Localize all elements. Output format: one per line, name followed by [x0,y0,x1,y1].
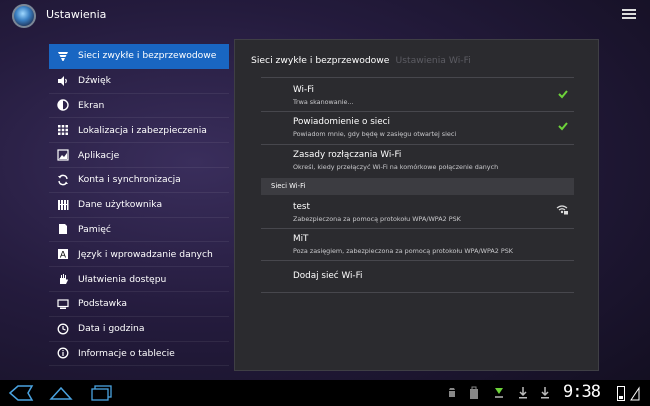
divider [261,228,574,229]
network-notification-checkbox[interactable] [558,121,568,131]
breadcrumb-wireless[interactable]: Sieci zwykłe i bezprzewodowe [251,55,389,66]
download-complete-icon[interactable] [518,386,528,400]
divider [261,77,574,78]
network-name: MiT [293,234,309,244]
sidebar-item-sound[interactable]: Dźwięk [49,69,229,94]
battery-icon[interactable] [617,386,625,401]
network-item[interactable]: MiT Poza zasięgiem, zabezpieczona za pom… [293,234,568,255]
system-bar: 9:38 [0,380,650,406]
add-network-label: Dodaj sieć Wi-Fi [293,271,363,281]
breadcrumb-wifi-settings: Ustawienia Wi-Fi [395,55,471,66]
wifi-toggle-row[interactable]: Wi-Fi Trwa skanowanie... [293,85,568,106]
network-status: Zabezpieczona za pomocą protokołu WPA/WP… [293,215,461,223]
network-item[interactable]: test Zabezpieczona za pomocą protokołu W… [293,202,568,223]
network-notification-subtitle: Powiadom mnie, gdy będę w zasięgu otwart… [293,130,457,138]
sidebar-item-label: Dane użytkownika [78,199,163,211]
settings-app-icon[interactable] [12,4,36,28]
breadcrumb: Sieci zwykłe i bezprzewodowe Ustawienia W… [251,55,471,66]
sidebar-item-label: Informacje o tablecie [78,347,175,359]
sidebar-item-location-security[interactable]: Lokalizacja i zabezpieczenia [49,118,229,144]
divider [261,144,574,145]
dock-icon [57,298,69,310]
sidebar-item-label: Konta i synchronizacja [78,174,181,186]
divider [261,111,574,112]
sidebar-item-about-tablet[interactable]: Informacje o tablecie [49,342,229,367]
app-title: Ustawienia [46,8,107,21]
wifi-sleep-policy-title: Zasady rozłączania Wi-Fi [293,150,402,160]
svg-text:A: A [60,251,67,261]
sidebar-item-language-input[interactable]: A Język i wprowadzanie danych [49,242,229,268]
wifi-sleep-policy-row[interactable]: Zasady rozłączania Wi-Fi Określ, kiedy p… [293,150,568,171]
clock-icon [57,323,69,335]
sidebar-item-label: Ekran [78,99,105,111]
storage-icon [57,223,69,235]
sidebar-item-display[interactable]: Ekran [49,94,229,119]
home-icon[interactable] [48,384,74,402]
hand-icon [57,273,69,285]
android-debug-icon[interactable] [446,386,458,400]
sidebar-item-storage[interactable]: Pamięć [49,218,229,243]
sidebar-item-label: Podstawka [78,298,127,310]
action-bar: Ustawienia [0,0,650,32]
wifi-networks-header: Sieci Wi-Fi [261,178,574,195]
status-clock[interactable]: 9:38 [563,382,601,402]
sidebar-item-label: Pamięć [78,223,111,235]
wifi-icon [57,50,69,62]
wifi-settings-panel: Sieci zwykłe i bezprzewodowe Ustawienia W… [234,39,599,371]
sidebar-item-accessibility[interactable]: Ułatwienia dostępu [49,267,229,292]
info-icon [57,347,69,359]
sidebar-item-label: Data i godzina [78,323,145,335]
grid-lock-icon [57,124,69,136]
sidebar-item-wireless[interactable]: Sieci zwykłe i bezprzewodowe [49,44,229,69]
sidebar-item-accounts-sync[interactable]: Konta i synchronizacja [49,168,229,193]
recent-apps-icon[interactable] [90,384,114,402]
sidebar-item-date-time[interactable]: Data i godzina [49,317,229,342]
settings-sidebar: Sieci zwykłe i bezprzewodowe Dźwięk Ekra… [49,44,229,367]
wifi-sleep-policy-subtitle: Określ, kiedy przełączyć Wi-Fi na komórk… [293,163,499,171]
divider [261,260,574,261]
sidebar-item-label: Lokalizacja i zabezpieczenia [78,124,207,136]
download-icon[interactable] [494,386,504,400]
add-network-row[interactable]: Dodaj sieć Wi-Fi [293,271,568,281]
sidebar-item-label: Dźwięk [78,75,111,87]
sidebar-item-label: Język i wprowadzanie danych [78,248,213,260]
wifi-signal-lock-icon [556,205,568,215]
language-icon: A [57,248,69,260]
apps-icon [57,149,69,161]
sidebar-item-label: Sieci zwykłe i bezprzewodowe [78,50,217,62]
speaker-icon [57,75,69,87]
sidebar-item-apps[interactable]: Aplikacje [49,143,229,168]
sidebar-item-label: Ułatwienia dostępu [78,273,167,285]
sidebar-item-dock[interactable]: Podstawka [49,292,229,317]
sync-icon [57,174,69,186]
divider [261,292,574,293]
sidebar-item-label: Aplikacje [78,149,120,161]
brightness-icon [57,99,69,112]
network-name: test [293,202,310,212]
network-notification-row[interactable]: Powiadomienie o sieci Powiadom mnie, gdy… [293,117,568,138]
sidebar-item-user-data[interactable]: Dane użytkownika [49,193,229,218]
signal-strength-icon[interactable] [630,386,640,401]
menu-icon[interactable] [622,9,636,21]
network-status: Poza zasięgiem, zabezpieczona za pomocą … [293,247,513,255]
data-icon [57,199,69,211]
wifi-checkbox[interactable] [558,89,568,99]
back-icon[interactable] [8,384,34,402]
wifi-title: Wi-Fi [293,85,314,95]
download-icon[interactable] [540,386,550,400]
wifi-subtitle: Trwa skanowanie... [293,98,354,106]
notification-bag-icon[interactable] [469,386,479,400]
network-notification-title: Powiadomienie o sieci [293,117,390,127]
